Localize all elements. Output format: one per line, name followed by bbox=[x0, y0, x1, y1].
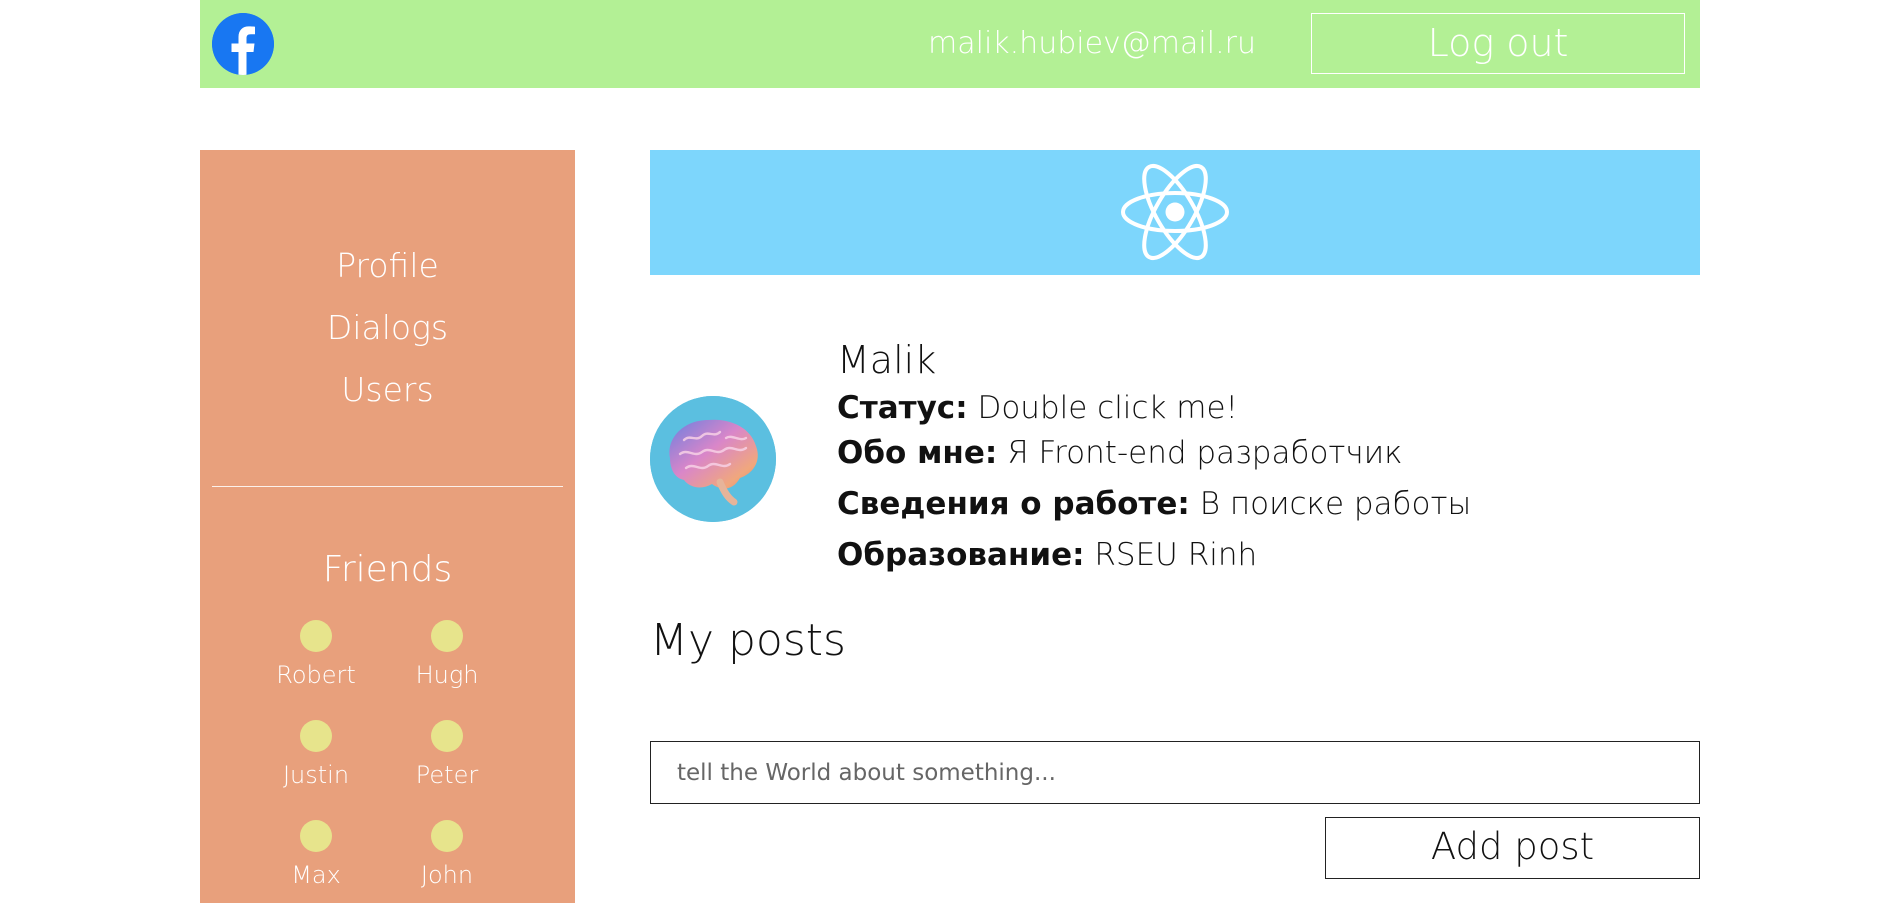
friend-item[interactable]: Max bbox=[256, 820, 376, 890]
friend-avatar bbox=[300, 620, 332, 652]
friend-item[interactable]: Hugh bbox=[387, 620, 507, 690]
nav-item-profile[interactable]: Profile bbox=[200, 235, 575, 297]
status-label: Статус: bbox=[837, 390, 968, 426]
header: malik.hubiev@mail.ru Log out bbox=[200, 0, 1700, 88]
status-value[interactable]: Double click me! bbox=[977, 390, 1238, 426]
profile-education: Образование: RSEU Rinh bbox=[837, 536, 1257, 574]
friend-item[interactable]: John bbox=[387, 820, 507, 890]
profile-name: Malik bbox=[837, 338, 937, 382]
friend-item[interactable]: Robert bbox=[256, 620, 376, 690]
friend-name: Justin bbox=[282, 761, 350, 789]
friend-name: Robert bbox=[276, 661, 356, 689]
sidebar: Profile Dialogs Users Friends Robert Hug… bbox=[200, 150, 575, 903]
friend-avatar bbox=[431, 720, 463, 752]
friend-name: Peter bbox=[415, 761, 479, 789]
about-value: Я Front-end разработчик bbox=[1007, 435, 1403, 471]
user-email: malik.hubiev@mail.ru bbox=[928, 26, 1256, 61]
friend-avatar bbox=[300, 720, 332, 752]
friend-item[interactable]: Peter bbox=[387, 720, 507, 790]
facebook-icon[interactable] bbox=[212, 13, 274, 75]
sidebar-divider bbox=[212, 486, 563, 487]
friend-name: Hugh bbox=[415, 661, 479, 689]
education-value: RSEU Rinh bbox=[1094, 537, 1258, 573]
about-label: Обо мне: bbox=[837, 435, 998, 471]
nav-item-dialogs[interactable]: Dialogs bbox=[200, 297, 575, 359]
friend-name: John bbox=[420, 861, 474, 889]
nav-item-users[interactable]: Users bbox=[200, 359, 575, 421]
logout-button[interactable]: Log out bbox=[1311, 13, 1685, 74]
profile-job: Сведения о работе: В поиске работы bbox=[837, 485, 1471, 523]
friend-name: Max bbox=[291, 861, 341, 889]
profile-about: Обо мне: Я Front-end разработчик bbox=[837, 434, 1403, 472]
brain-avatar bbox=[650, 396, 776, 522]
sidebar-nav: Profile Dialogs Users bbox=[200, 235, 575, 421]
add-post-button[interactable]: Add post bbox=[1325, 817, 1700, 879]
posts-title: My posts bbox=[650, 615, 846, 666]
education-label: Образование: bbox=[837, 537, 1085, 573]
friends-title: Friends bbox=[322, 549, 453, 590]
job-value: В поиске работы bbox=[1199, 486, 1472, 522]
app-container: malik.hubiev@mail.ru Log out Profile Dia… bbox=[200, 0, 1700, 903]
friend-item[interactable]: Justin bbox=[256, 720, 376, 790]
react-icon bbox=[1117, 162, 1233, 266]
profile-banner bbox=[650, 150, 1700, 275]
post-input[interactable] bbox=[650, 741, 1700, 804]
job-label: Сведения о работе: bbox=[837, 486, 1190, 522]
profile-status[interactable]: Статус: Double click me! bbox=[837, 389, 1238, 427]
friend-avatar bbox=[300, 820, 332, 852]
friend-avatar bbox=[431, 620, 463, 652]
friend-avatar bbox=[431, 820, 463, 852]
